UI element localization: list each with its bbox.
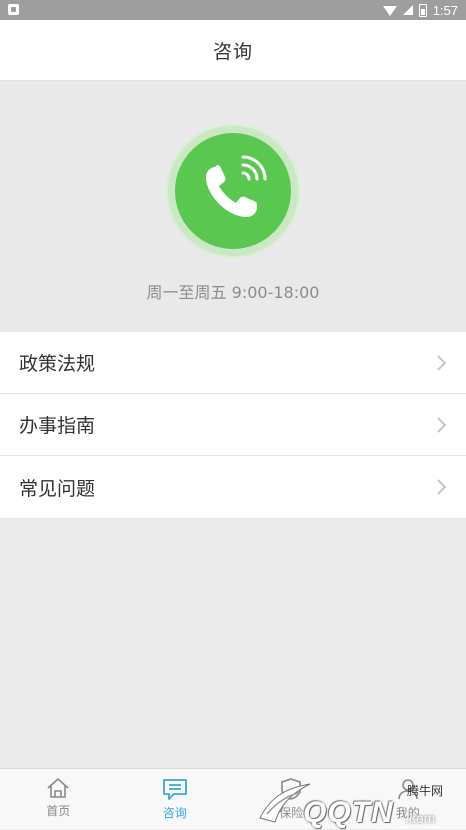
status-time: 1:57 bbox=[433, 3, 458, 18]
signal-icon bbox=[403, 5, 413, 15]
tab-home[interactable]: 首页 bbox=[0, 769, 117, 829]
tab-label: 保险 bbox=[279, 804, 303, 821]
battery-icon bbox=[419, 4, 427, 17]
notification-icon bbox=[8, 4, 19, 15]
tab-label: 首页 bbox=[46, 802, 70, 819]
home-icon bbox=[45, 777, 71, 799]
chevron-right-icon bbox=[431, 355, 447, 371]
tab-profile[interactable]: 我的 bbox=[350, 769, 466, 829]
menu-item-label: 常见问题 bbox=[19, 474, 95, 501]
wifi-icon bbox=[383, 6, 397, 16]
tab-label: 咨询 bbox=[163, 804, 187, 821]
tab-consult[interactable]: 咨询 bbox=[117, 769, 234, 829]
bottom-tab-bar: 首页 咨询 保险 我的 bbox=[0, 768, 466, 829]
call-button-ring bbox=[168, 126, 298, 256]
chevron-right-icon bbox=[431, 479, 447, 495]
app-header: 咨询 bbox=[0, 20, 466, 81]
chevron-right-icon bbox=[431, 417, 447, 433]
page-title: 咨询 bbox=[213, 37, 253, 64]
menu-item-policy[interactable]: 政策法规 bbox=[0, 332, 466, 394]
chat-icon bbox=[161, 777, 189, 801]
call-button[interactable] bbox=[175, 133, 291, 249]
tab-insurance[interactable]: 保险 bbox=[233, 769, 350, 829]
call-section: 周一至周五 9:00-18:00 bbox=[0, 81, 466, 332]
menu-item-label: 政策法规 bbox=[19, 349, 95, 376]
tab-label: 我的 bbox=[396, 804, 420, 821]
consult-menu: 政策法规 办事指南 常见问题 bbox=[0, 332, 466, 518]
menu-item-label: 办事指南 bbox=[19, 411, 95, 438]
menu-item-guide[interactable]: 办事指南 bbox=[0, 394, 466, 456]
shield-icon bbox=[279, 777, 303, 801]
user-icon bbox=[396, 777, 420, 801]
service-hours: 周一至周五 9:00-18:00 bbox=[0, 279, 466, 303]
phone-call-icon bbox=[193, 151, 273, 231]
status-bar: 1:57 bbox=[0, 0, 466, 20]
status-icons: 1:57 bbox=[383, 0, 458, 20]
menu-item-faq[interactable]: 常见问题 bbox=[0, 456, 466, 518]
